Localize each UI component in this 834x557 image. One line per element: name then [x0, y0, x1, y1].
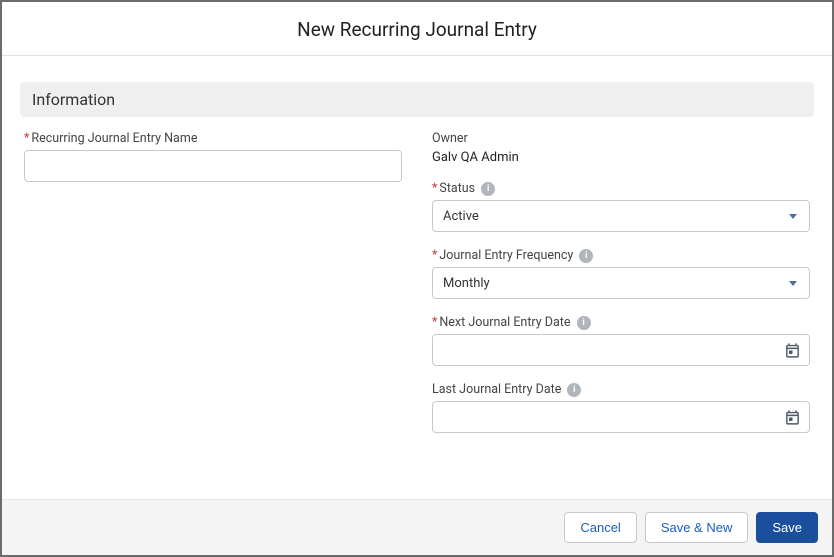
field-next-date: *Next Journal Entry Date i: [432, 315, 810, 366]
save-button[interactable]: Save: [756, 512, 818, 543]
field-status: *Status i Active: [432, 181, 810, 232]
info-icon[interactable]: i: [481, 182, 495, 196]
name-input[interactable]: [24, 150, 402, 182]
owner-value: Galv QA Admin: [432, 150, 810, 165]
form-col-right: Owner Galv QA Admin *Status i Active *Jo…: [432, 131, 810, 449]
modal-body: Information *Recurring Journal Entry Nam…: [2, 56, 832, 499]
modal-header: New Recurring Journal Entry: [2, 2, 832, 56]
frequency-value: Monthly: [443, 276, 789, 291]
frequency-select[interactable]: Monthly: [432, 267, 810, 299]
field-frequency: *Journal Entry Frequency i Monthly: [432, 248, 810, 299]
required-marker: *: [432, 181, 437, 196]
field-owner: Owner Galv QA Admin: [432, 131, 810, 165]
chevron-down-icon: [789, 214, 797, 219]
status-select[interactable]: Active: [432, 200, 810, 232]
field-name: *Recurring Journal Entry Name: [24, 131, 402, 182]
chevron-down-icon: [789, 281, 797, 286]
next-date-input-wrap[interactable]: [432, 334, 810, 366]
cancel-button[interactable]: Cancel: [564, 512, 636, 543]
section-information-header: Information: [20, 82, 814, 117]
label-owner: Owner: [432, 131, 810, 146]
next-date-input[interactable]: [443, 335, 783, 365]
label-next-date: *Next Journal Entry Date i: [432, 315, 810, 330]
last-date-input[interactable]: [443, 402, 783, 432]
form-col-left: *Recurring Journal Entry Name: [24, 131, 402, 449]
label-frequency: *Journal Entry Frequency i: [432, 248, 810, 263]
required-marker: *: [432, 315, 437, 330]
form-grid: *Recurring Journal Entry Name Owner Galv…: [20, 131, 814, 449]
label-status: *Status i: [432, 181, 810, 196]
status-value: Active: [443, 209, 789, 224]
save-and-new-button[interactable]: Save & New: [645, 512, 749, 543]
info-icon[interactable]: i: [579, 249, 593, 263]
modal-title: New Recurring Journal Entry: [2, 18, 832, 41]
calendar-icon[interactable]: [783, 408, 801, 426]
label-last-date: Last Journal Entry Date i: [432, 382, 810, 397]
info-icon[interactable]: i: [567, 383, 581, 397]
required-marker: *: [24, 131, 29, 146]
required-marker: *: [432, 248, 437, 263]
info-icon[interactable]: i: [577, 316, 591, 330]
label-name: *Recurring Journal Entry Name: [24, 131, 402, 146]
calendar-icon[interactable]: [783, 341, 801, 359]
modal-footer: Cancel Save & New Save: [2, 499, 832, 555]
field-last-date: Last Journal Entry Date i: [432, 382, 810, 433]
last-date-input-wrap[interactable]: [432, 401, 810, 433]
